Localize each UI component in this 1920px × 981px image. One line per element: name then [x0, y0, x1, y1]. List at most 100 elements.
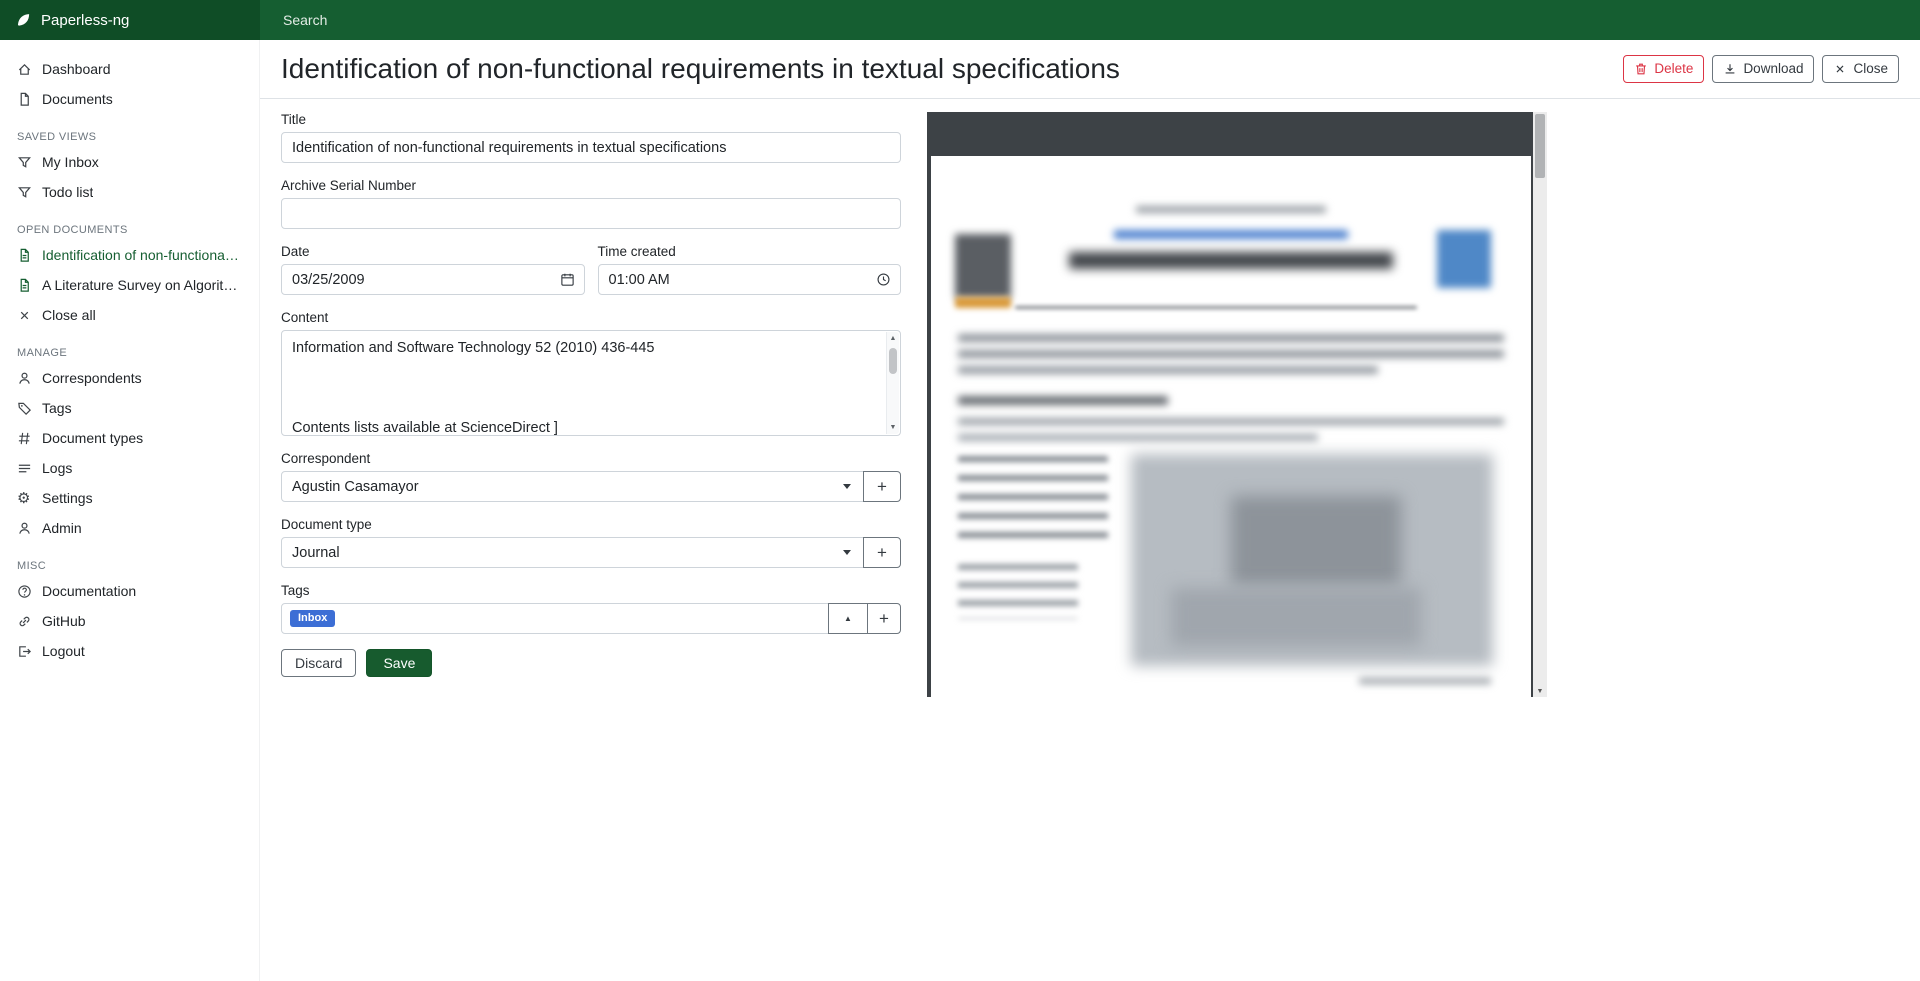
time-created-label: Time created	[598, 244, 902, 259]
archive-serial-number-input[interactable]	[281, 198, 901, 229]
scroll-up-icon[interactable]: ▲	[887, 335, 899, 342]
close-button[interactable]: Close	[1822, 55, 1899, 83]
sidebar-item-document-types[interactable]: Document types	[0, 423, 259, 453]
person-badge-icon	[17, 521, 32, 536]
file-text-icon	[17, 278, 32, 293]
file-text-icon	[17, 248, 32, 263]
app-brand[interactable]: Paperless-ng	[0, 0, 260, 40]
save-button[interactable]: Save	[366, 649, 432, 677]
correspondent-select[interactable]: Agustin Casamayor	[281, 471, 864, 502]
sidebar-item-todo-list[interactable]: Todo list	[0, 177, 259, 207]
chevron-down-icon	[843, 550, 851, 555]
calendar-icon[interactable]	[560, 272, 575, 287]
sidebar-open-doc-2[interactable]: A Literature Survey on Algorithms for Mu…	[0, 270, 259, 300]
time-created-input[interactable]: 01:00 AM	[598, 264, 902, 295]
house-icon	[17, 62, 32, 77]
title-label: Title	[281, 112, 901, 127]
close-icon	[17, 308, 32, 323]
hash-icon	[17, 431, 32, 446]
sidebar-close-all[interactable]: Close all	[0, 300, 259, 330]
correspondent-label: Correspondent	[281, 451, 901, 466]
pdf-blur-region	[1015, 306, 1417, 309]
content-text: Information and Software Technology 52 (…	[282, 331, 886, 435]
clock-icon[interactable]	[876, 272, 891, 287]
tags-dropdown-button[interactable]: ▲	[828, 603, 868, 634]
content-scrollbar[interactable]: ▲ ▼	[886, 332, 899, 434]
tags-input[interactable]: Inbox	[281, 603, 829, 634]
main-panel: Identification of non-functional require…	[260, 40, 1920, 981]
funnel-icon	[17, 185, 32, 200]
manage-heading: MANAGE	[17, 347, 242, 359]
title-input[interactable]	[281, 132, 901, 163]
funnel-icon	[17, 155, 32, 170]
download-button[interactable]: Download	[1712, 55, 1814, 83]
download-icon	[1723, 62, 1737, 76]
pdf-blur-region	[1359, 678, 1491, 684]
add-document-type-button[interactable]: +	[863, 537, 901, 568]
page-title: Identification of non-functional require…	[281, 53, 1120, 85]
trash-icon	[1634, 62, 1648, 76]
sidebar-item-logs[interactable]: Logs	[0, 453, 259, 483]
pdf-blur-region	[958, 366, 1378, 374]
file-icon	[17, 92, 32, 107]
document-type-select[interactable]: Journal	[281, 537, 864, 568]
sidebar-item-documentation[interactable]: Documentation	[0, 576, 259, 606]
pdf-blur-region	[958, 350, 1504, 358]
pdf-blur-region	[955, 297, 1011, 308]
link-icon	[17, 614, 32, 629]
pdf-blur-region	[958, 334, 1504, 342]
list-icon	[17, 461, 32, 476]
sidebar-item-tags[interactable]: Tags	[0, 393, 259, 423]
date-input[interactable]: 03/25/2009	[281, 264, 585, 295]
pdf-blur-region	[958, 418, 1504, 425]
sidebar-item-dashboard[interactable]: Dashboard	[0, 54, 259, 84]
scroll-down-icon[interactable]: ▼	[887, 424, 899, 431]
misc-heading: MISC	[17, 560, 242, 572]
sidebar-open-doc-1[interactable]: Identification of non-functional require…	[0, 240, 259, 270]
header-actions: Delete Download Close	[1623, 55, 1899, 83]
sidebar-item-my-inbox[interactable]: My Inbox	[0, 147, 259, 177]
tags-label: Tags	[281, 583, 901, 598]
pdf-blur-region	[1136, 206, 1326, 213]
question-circle-icon	[17, 584, 32, 599]
tag-icon	[17, 401, 32, 416]
pdf-page	[931, 156, 1531, 697]
pdf-blur-region	[1231, 496, 1401, 586]
pdf-blur-region	[955, 234, 1011, 298]
content-textarea[interactable]: Information and Software Technology 52 (…	[281, 330, 901, 436]
gear-icon: ⚙	[17, 491, 32, 506]
add-tag-button[interactable]: +	[867, 603, 901, 634]
sidebar-item-correspondents[interactable]: Correspondents	[0, 363, 259, 393]
preview-scrollbar-thumb[interactable]	[1535, 114, 1545, 178]
pdf-blur-region	[958, 456, 1108, 551]
logout-icon	[17, 644, 32, 659]
sidebar-item-logout[interactable]: Logout	[0, 636, 259, 666]
sidebar-item-documents[interactable]: Documents	[0, 84, 259, 114]
content-scrollbar-thumb[interactable]	[889, 348, 897, 374]
tag-inbox[interactable]: Inbox	[290, 610, 335, 627]
sidebar-item-settings[interactable]: ⚙ Settings	[0, 483, 259, 513]
search-bar	[260, 0, 1920, 40]
date-label: Date	[281, 244, 585, 259]
sidebar: Dashboard Documents SAVED VIEWS My Inbox…	[0, 40, 260, 981]
document-edit-form: Title Archive Serial Number Date 03/25/2…	[281, 112, 901, 697]
top-navbar: Paperless-ng	[0, 0, 1920, 40]
pdf-blur-region	[1069, 252, 1393, 269]
pdf-blur-region	[958, 434, 1318, 441]
sidebar-item-github[interactable]: GitHub	[0, 606, 259, 636]
pdf-blur-region	[958, 564, 1078, 619]
person-icon	[17, 371, 32, 386]
asn-label: Archive Serial Number	[281, 178, 901, 193]
pdf-preview-pane: ▼	[927, 112, 1547, 697]
close-icon	[1833, 62, 1847, 76]
search-input[interactable]	[281, 11, 781, 29]
discard-button[interactable]: Discard	[281, 649, 356, 677]
content-label: Content	[281, 310, 901, 325]
add-correspondent-button[interactable]: +	[863, 471, 901, 502]
chevron-up-icon: ▲	[844, 614, 852, 623]
preview-scroll-down-icon[interactable]: ▼	[1533, 688, 1547, 695]
preview-scrollbar[interactable]: ▼	[1533, 112, 1547, 697]
delete-button[interactable]: Delete	[1623, 55, 1704, 83]
document-detail-content: Title Archive Serial Number Date 03/25/2…	[260, 99, 1920, 697]
sidebar-item-admin[interactable]: Admin	[0, 513, 259, 543]
